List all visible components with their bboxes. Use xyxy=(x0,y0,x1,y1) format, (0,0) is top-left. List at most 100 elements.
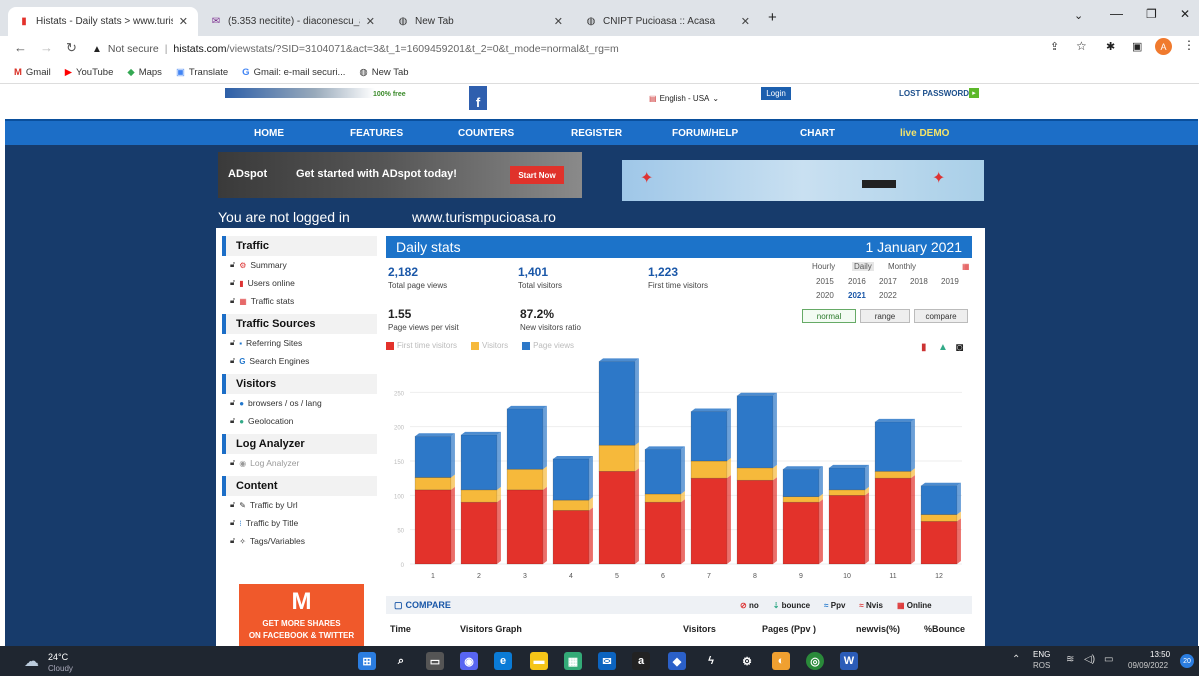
minimize-icon[interactable]: — xyxy=(1110,6,1123,21)
sidebar-section-visitors[interactable]: Visitors xyxy=(222,374,377,394)
sidebar-item-users-online[interactable]: 🔓︎ ▮ Users online xyxy=(222,274,377,292)
mail-icon[interactable]: ✉ xyxy=(598,652,616,670)
tab-search-icon[interactable]: ⌄ xyxy=(1074,9,1083,22)
share-icon[interactable]: ⇪ xyxy=(1050,40,1059,53)
restore-icon[interactable]: ❐ xyxy=(1146,7,1157,21)
compare-link[interactable]: ▢ COMPARE xyxy=(394,600,451,611)
sidebar-item-traffic-by-title[interactable]: 🔓︎ ⁝ Traffic by Title xyxy=(222,514,377,532)
clock-time[interactable]: 13:50 xyxy=(1150,650,1170,659)
compare-button[interactable]: compare xyxy=(914,309,968,323)
amazon-icon[interactable]: a xyxy=(632,652,650,670)
normal-button[interactable]: normal xyxy=(802,309,856,323)
forward-icon[interactable]: → xyxy=(40,40,53,55)
chevron-up-icon[interactable]: ⌃ xyxy=(1012,654,1020,665)
star-icon[interactable]: ☆ xyxy=(1076,39,1087,53)
start-icon[interactable]: ⊞ xyxy=(358,652,376,670)
settings-icon[interactable]: ⚙ xyxy=(738,652,756,670)
file-explorer-icon[interactable]: ▬ xyxy=(530,652,548,670)
range-button[interactable]: range xyxy=(860,309,910,323)
reload-icon[interactable]: ↻ xyxy=(66,40,77,56)
sidebar-item-traffic-by-url[interactable]: 🔓︎ ✎ Traffic by Url xyxy=(222,496,377,514)
battery-icon[interactable]: ▭ xyxy=(1104,654,1113,665)
legend-nvis[interactable]: ≈ Nvis xyxy=(859,601,883,610)
menu-counters[interactable]: COUNTERS xyxy=(458,128,514,139)
sidebar-item-browsers[interactable]: 🔓︎ ● browsers / os / lang xyxy=(222,394,377,412)
profile-avatar[interactable]: A xyxy=(1155,38,1172,55)
teams-icon[interactable]: ◉ xyxy=(460,652,478,670)
sidebar-item-geolocation[interactable]: 🔓︎ ● Geolocation xyxy=(222,412,377,430)
year-2021[interactable]: 2021 xyxy=(848,291,866,300)
year-2015[interactable]: 2015 xyxy=(816,277,834,286)
menu-forum[interactable]: FORUM/HELP xyxy=(672,128,738,139)
adspot-banner[interactable]: ADspot Get started with ADspot today! St… xyxy=(218,152,582,198)
tab-mail[interactable]: ✉ (5.353 necitite) - diaconescu_an ✕ xyxy=(200,7,385,36)
histats-logo[interactable] xyxy=(225,88,375,98)
sidepanel-icon[interactable]: ▣ xyxy=(1132,40,1142,53)
bookmark-maps[interactable]: ◆ Maps xyxy=(127,67,162,78)
menu-features[interactable]: FEATURES xyxy=(350,128,403,139)
task-view-icon[interactable]: ▭ xyxy=(426,652,444,670)
sidebar-item-search-engines[interactable]: 🔓︎ G Search Engines xyxy=(222,352,377,370)
menu-register[interactable]: REGISTER xyxy=(571,128,622,139)
tab-histats[interactable]: ▮ Histats - Daily stats > www.turis ✕ xyxy=(8,7,198,36)
legend-bounce[interactable]: ⇣ bounce xyxy=(773,601,810,610)
bookmark-new-tab[interactable]: ◍ New Tab xyxy=(359,67,408,78)
edge-icon[interactable]: e xyxy=(494,652,512,670)
language-selector[interactable]: ▤ English - USA ⌄ xyxy=(649,94,719,103)
menu-home[interactable]: HOME xyxy=(254,128,284,139)
legend-online[interactable]: ▦ Online xyxy=(897,601,932,610)
facebook-icon[interactable]: f xyxy=(469,86,487,110)
extensions-icon[interactable]: ✱ xyxy=(1106,40,1115,53)
legend-ppv[interactable]: ≈ Ppv xyxy=(824,601,845,610)
bookmark-gmail-secure[interactable]: G Gmail: e-mail securi... xyxy=(242,67,345,78)
calendar-icon[interactable]: ▦ xyxy=(962,262,970,271)
close-tab-icon[interactable]: ✕ xyxy=(179,15,188,28)
camera-icon[interactable]: ◙ xyxy=(956,340,963,354)
mode-monthly[interactable]: Monthly xyxy=(888,262,916,271)
year-2018[interactable]: 2018 xyxy=(910,277,928,286)
close-window-icon[interactable]: ✕ xyxy=(1180,7,1190,21)
bookmark-gmail[interactable]: M Gmail xyxy=(14,67,51,78)
sidebar-section-log-analyzer[interactable]: Log Analyzer xyxy=(222,434,377,454)
store-icon[interactable]: ▦ xyxy=(564,652,582,670)
sidebar-item-summary[interactable]: 🔓︎ ⚙ Summary xyxy=(222,256,377,274)
word-icon[interactable]: W xyxy=(840,652,858,670)
bookmark-translate[interactable]: ▣ Translate xyxy=(176,67,228,78)
sneaker-ad-banner[interactable]: ✦ ✦ xyxy=(622,160,984,201)
sidebar-section-content[interactable]: Content xyxy=(222,476,377,496)
close-tab-icon[interactable]: ✕ xyxy=(554,15,563,28)
tab-cnipt[interactable]: ◍ CNIPT Pucioasa :: Acasa ✕ xyxy=(575,7,760,36)
new-tab-button[interactable]: + xyxy=(768,9,777,26)
year-2017[interactable]: 2017 xyxy=(879,277,897,286)
menu-icon[interactable]: ⋮ xyxy=(1183,38,1195,52)
temperature[interactable]: 24°C xyxy=(48,652,68,662)
paint-icon[interactable]: ◐ xyxy=(772,652,790,670)
bar-chart-icon[interactable]: ▮ xyxy=(921,342,927,353)
notification-badge[interactable]: 20 xyxy=(1180,654,1194,668)
lightning-icon[interactable]: ϟ xyxy=(702,652,720,670)
year-2019[interactable]: 2019 xyxy=(941,277,959,286)
search-icon[interactable]: ⌕ xyxy=(392,652,410,670)
year-2016[interactable]: 2016 xyxy=(848,277,866,286)
sidebar-item-traffic-stats[interactable]: 🔓︎ ▦ Traffic stats xyxy=(222,292,377,310)
bookmark-youtube[interactable]: ▶ YouTube xyxy=(65,67,114,78)
menu-chart[interactable]: CHART xyxy=(800,128,835,139)
language-indicator[interactable]: ENG xyxy=(1033,650,1050,659)
chrome-icon[interactable]: ◎ xyxy=(806,652,824,670)
area-chart-icon[interactable]: ▲ xyxy=(938,342,948,353)
tab-new[interactable]: ◍ New Tab ✕ xyxy=(387,7,573,36)
lost-password-link[interactable]: LOST PASSWORD xyxy=(899,89,969,98)
sidebar-item-tags[interactable]: 🔓︎ ✧ Tags/Variables xyxy=(222,532,377,550)
sidebar-section-traffic-sources[interactable]: Traffic Sources xyxy=(222,314,377,334)
sidebar-item-referring-sites[interactable]: 🔓︎ ▪ Referring Sites xyxy=(222,334,377,352)
volume-icon[interactable]: ◁) xyxy=(1084,654,1095,665)
year-2022[interactable]: 2022 xyxy=(879,291,897,300)
login-button[interactable]: Login xyxy=(761,87,791,100)
year-2020[interactable]: 2020 xyxy=(816,291,834,300)
ad-start-button[interactable]: Start Now xyxy=(510,166,564,184)
wifi-icon[interactable]: ≋ xyxy=(1066,654,1074,665)
mode-daily[interactable]: Daily xyxy=(852,262,874,271)
sidebar-item-log-analyzer[interactable]: 🔓︎ ◉ Log Analyzer xyxy=(222,454,377,472)
menu-live-demo[interactable]: live DEMO xyxy=(900,128,949,139)
close-tab-icon[interactable]: ✕ xyxy=(741,15,750,28)
